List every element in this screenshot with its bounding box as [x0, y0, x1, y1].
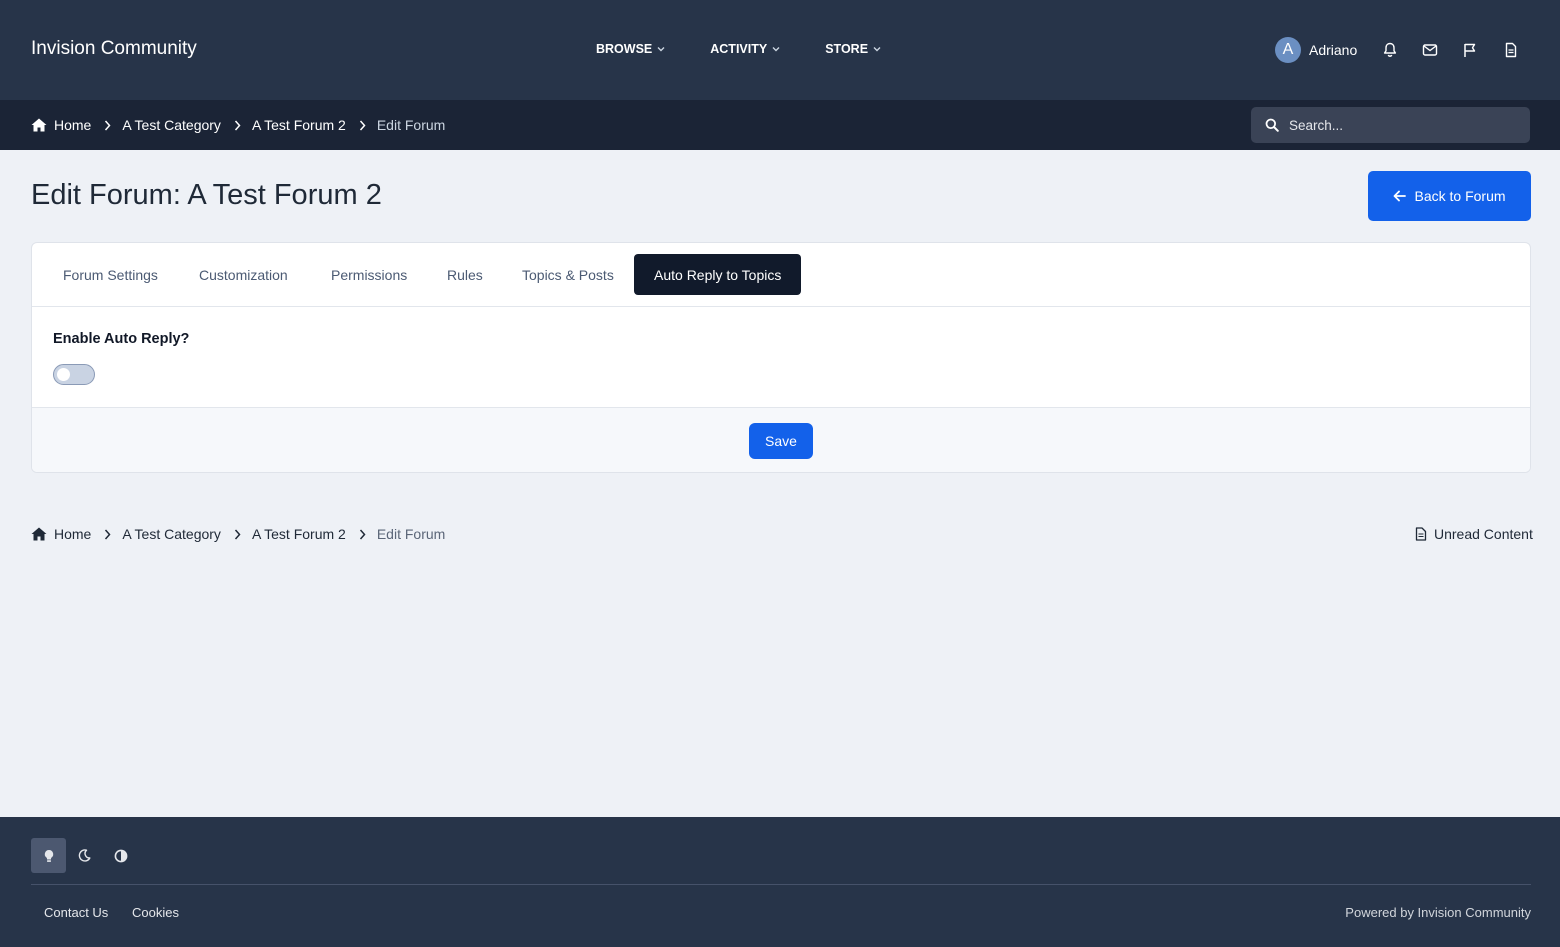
tab-bar: Forum Settings Customization Permissions… — [32, 243, 1530, 307]
breadcrumb-forum[interactable]: A Test Forum 2 — [252, 117, 346, 133]
dark-mode-button[interactable] — [67, 838, 102, 873]
breadcrumb-current: Edit Forum — [376, 117, 446, 133]
tab-forum-settings[interactable]: Forum Settings — [63, 254, 158, 295]
breadcrumb-home-label: Home — [54, 526, 92, 542]
powered-by-text[interactable]: Powered by Invision Community — [1345, 905, 1531, 920]
enable-auto-reply-label: Enable Auto Reply? — [53, 331, 190, 347]
arrow-left-icon — [1393, 190, 1407, 202]
nav-browse-label: BROWSE — [596, 42, 653, 56]
site-footer: Contact Us Cookies Powered by Invision C… — [0, 817, 1560, 947]
breadcrumb-bottom: Home A Test Category A Test Forum 2 Edit… — [31, 526, 445, 542]
breadcrumb-current: Edit Forum — [376, 526, 446, 542]
breadcrumb-category[interactable]: A Test Category — [122, 526, 221, 542]
toggle-knob — [57, 368, 70, 381]
search-icon — [1265, 118, 1279, 132]
chevron-down-icon — [772, 45, 780, 54]
back-to-forum-button[interactable]: Back to Forum — [1368, 171, 1531, 221]
document-icon[interactable] — [1501, 40, 1521, 60]
home-icon — [31, 527, 47, 541]
breadcrumb-bar: Home A Test Category A Test Forum 2 Edit… — [0, 100, 1560, 150]
breadcrumb-home-label: Home — [54, 117, 92, 133]
chevron-right-icon — [104, 120, 111, 131]
chevron-right-icon — [359, 529, 366, 540]
enable-auto-reply-toggle[interactable] — [53, 364, 95, 385]
site-title[interactable]: Invision Community — [31, 38, 197, 60]
breadcrumb-home[interactable]: Home — [31, 526, 91, 542]
form-footer: Save — [32, 407, 1530, 472]
chevron-right-icon — [104, 529, 111, 540]
user-menu[interactable]: A Adriano — [1275, 37, 1357, 63]
contrast-mode-button[interactable] — [103, 838, 138, 873]
chevron-down-icon — [873, 45, 881, 54]
search-box[interactable] — [1251, 107, 1530, 143]
breadcrumb: Home A Test Category A Test Forum 2 Edit… — [31, 117, 445, 133]
bell-icon[interactable] — [1380, 40, 1400, 60]
cookies-link[interactable]: Cookies — [132, 905, 179, 920]
save-button[interactable]: Save — [749, 423, 813, 459]
light-mode-icon — [43, 849, 55, 863]
avatar: A — [1275, 37, 1301, 63]
tab-rules[interactable]: Rules — [447, 254, 483, 295]
nav-store-label: STORE — [825, 42, 869, 56]
envelope-icon[interactable] — [1420, 40, 1440, 60]
dark-mode-icon — [78, 849, 91, 862]
document-icon — [1415, 527, 1427, 541]
tab-topics-posts[interactable]: Topics & Posts — [522, 254, 614, 295]
main-nav: BROWSE ACTIVITY STORE — [596, 42, 926, 56]
footer-divider — [31, 884, 1531, 885]
nav-activity[interactable]: ACTIVITY — [710, 42, 780, 56]
nav-browse[interactable]: BROWSE — [596, 42, 665, 56]
tab-auto-reply[interactable]: Auto Reply to Topics — [634, 254, 802, 295]
home-icon — [31, 118, 47, 132]
user-name: Adriano — [1309, 42, 1358, 58]
edit-forum-card: Forum Settings Customization Permissions… — [31, 242, 1531, 473]
unread-content-link[interactable]: Unread Content — [1415, 526, 1533, 542]
flag-icon[interactable] — [1460, 40, 1480, 60]
contact-us-link[interactable]: Contact Us — [44, 905, 108, 920]
chevron-right-icon — [359, 120, 366, 131]
nav-activity-label: ACTIVITY — [710, 42, 768, 56]
tab-permissions[interactable]: Permissions — [331, 254, 407, 295]
chevron-right-icon — [234, 120, 241, 131]
contrast-mode-icon — [114, 849, 128, 863]
breadcrumb-forum[interactable]: A Test Forum 2 — [252, 526, 346, 542]
page-title: Edit Forum: A Test Forum 2 — [31, 179, 382, 211]
search-input[interactable] — [1289, 117, 1509, 133]
breadcrumb-category[interactable]: A Test Category — [122, 117, 221, 133]
light-mode-button[interactable] — [31, 838, 66, 873]
nav-store[interactable]: STORE — [825, 42, 881, 56]
tab-customization[interactable]: Customization — [199, 254, 288, 295]
chevron-down-icon — [657, 45, 665, 54]
unread-content-label: Unread Content — [1434, 526, 1533, 542]
breadcrumb-home[interactable]: Home — [31, 117, 91, 133]
chevron-right-icon — [234, 529, 241, 540]
back-to-forum-label: Back to Forum — [1414, 188, 1506, 204]
site-header: Invision Community BROWSE ACTIVITY STORE… — [0, 0, 1560, 100]
